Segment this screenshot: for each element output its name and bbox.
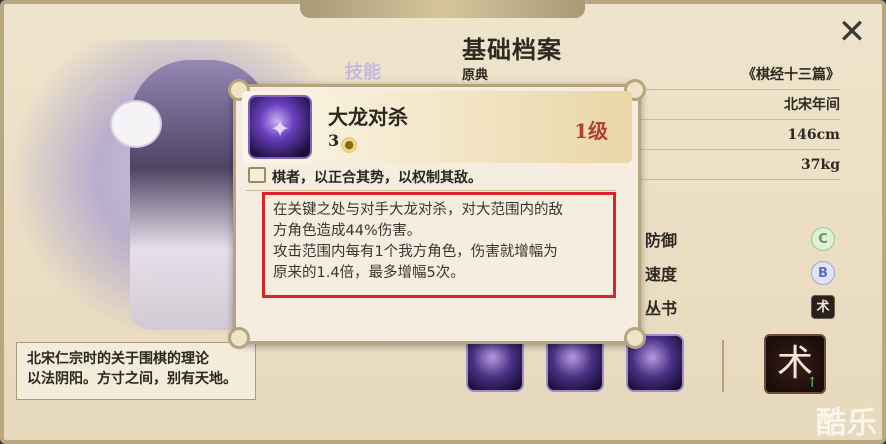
desc-line: 攻击范围内每有1个我方角色，伤害就增幅为	[273, 244, 558, 260]
info-row-era: 北宋年间	[640, 90, 840, 120]
description-line: 北宋仁宗时的关于围棋的理论	[27, 351, 209, 367]
upgrade-arrow-icon: ↑	[806, 375, 818, 391]
divider	[722, 340, 724, 392]
stat-label: 速度	[645, 265, 678, 284]
corner-ornament	[624, 327, 646, 349]
description-line: 以法阴阳。方寸之间，别有天地。	[27, 371, 237, 387]
tooltip-header: ✦ 大龙对杀 3 ● 1级	[242, 91, 632, 163]
desc-line: 方角色造成44%伤害。	[273, 223, 422, 239]
skill-level: 1级	[574, 119, 608, 143]
cost-value: 3	[328, 131, 340, 150]
skill-tab-label[interactable]: 技能	[345, 58, 381, 84]
info-list: 《棋经十三篇》 北宋年间 146cm 37kg	[640, 60, 840, 180]
separator	[246, 190, 616, 191]
book-icon	[248, 167, 266, 183]
watermark: 酷乐	[816, 406, 878, 441]
stat-series: 丛书 术	[645, 290, 835, 324]
stat-label: 防御	[645, 231, 678, 250]
skill-tooltip: ✦ 大龙对杀 3 ● 1级 棋者，以正合其势，以权制其敌。 在关键之处与对手大龙对…	[228, 79, 646, 349]
info-row-height: 146cm	[640, 120, 840, 150]
top-ornament	[300, 0, 585, 18]
desc-line: 原来的1.4倍，最多增幅5次。	[273, 265, 465, 281]
special-skill-icon[interactable]: 术 ↑	[764, 334, 826, 394]
character-description: 北宋仁宗时的关于围棋的理论 以法阴阳。方寸之间，别有天地。	[16, 342, 256, 400]
spirit-pet	[110, 100, 162, 148]
series-badge: 术	[811, 295, 835, 319]
page-title: 基础档案	[462, 35, 562, 64]
close-icon[interactable]: ✕	[832, 12, 872, 52]
stats-panel: 防御 C 速度 B 丛书 术	[645, 222, 835, 332]
coin-icon: ●	[341, 137, 358, 153]
skill-name: 大龙对杀	[328, 105, 408, 129]
stat-speed: 速度 B	[645, 256, 835, 290]
desc-line: 在关键之处与对手大龙对杀，对大范围内的敌	[273, 202, 563, 218]
origin-label: 原典	[462, 68, 489, 83]
corner-ornament	[228, 327, 250, 349]
grade-badge: C	[811, 227, 835, 251]
skill-description: 在关键之处与对手大龙对杀，对大范围内的敌 方角色造成44%伤害。 攻击范围内每有…	[262, 192, 616, 298]
stat-defense: 防御 C	[645, 222, 835, 256]
skill-cost: 3 ●	[328, 131, 358, 153]
dragon-skill-icon: ✦	[248, 95, 312, 159]
info-row-weight: 37kg	[640, 150, 840, 180]
skill-quote: 棋者，以正合其势，以权制其敌。	[272, 170, 482, 186]
stat-label: 丛书	[645, 299, 678, 318]
info-row-book: 《棋经十三篇》	[640, 60, 840, 90]
grade-badge: B	[811, 261, 835, 285]
